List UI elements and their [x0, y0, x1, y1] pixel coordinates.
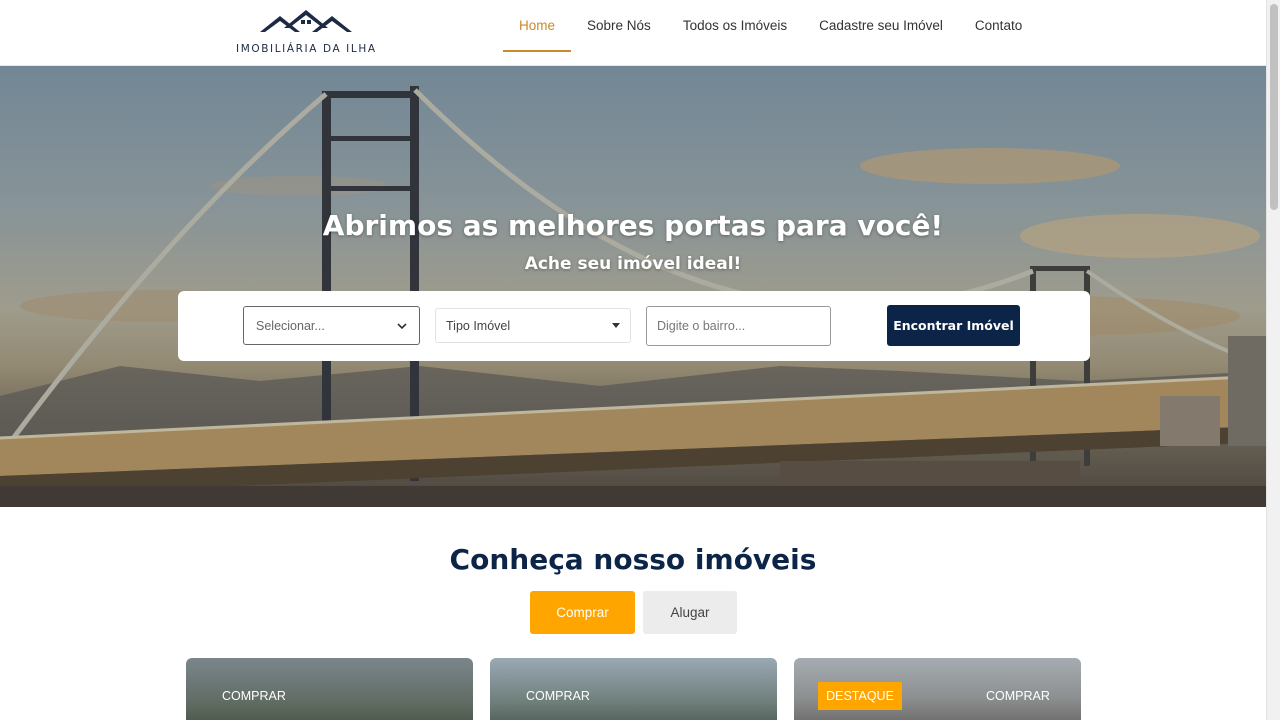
tab-alugar[interactable]: Alugar [643, 591, 737, 634]
nav-todos-imoveis[interactable]: Todos os Imóveis [667, 0, 803, 52]
scrollbar-thumb[interactable] [1270, 4, 1278, 210]
property-card[interactable]: COMPRAR [186, 658, 473, 720]
neighborhood-input[interactable]: Digite o bairro... [646, 306, 831, 346]
card-label: COMPRAR [222, 689, 286, 703]
tab-comprar[interactable]: Comprar [530, 591, 635, 634]
nav-sobre-nos[interactable]: Sobre Nós [571, 0, 667, 52]
featured-badge: DESTAQUE [818, 682, 902, 710]
card-label: COMPRAR [526, 689, 590, 703]
caret-down-icon [612, 323, 620, 328]
hero-title: Abrimos as melhores portas para você! [322, 209, 944, 242]
nav-home[interactable]: Home [503, 0, 572, 52]
logo-text: IMOBILIÁRIA DA ILHA [236, 43, 377, 55]
hero-overlay [0, 66, 1266, 507]
find-property-button[interactable]: Encontrar Imóvel [887, 305, 1020, 346]
property-card[interactable]: COMPRAR [490, 658, 777, 720]
site-header: IMOBILIÁRIA DA ILHA Home Sobre Nós Todos… [0, 0, 1266, 66]
property-type-select[interactable]: Tipo Imóvel [436, 309, 630, 342]
search-form: Selecionar... Tipo Imóvel Digite o bairr… [178, 291, 1090, 361]
neighborhood-placeholder: Digite o bairro... [657, 319, 746, 333]
hero-subtitle: Ache seu imóvel ideal! [524, 254, 742, 274]
card-label: COMPRAR [986, 689, 1050, 703]
nav-contato[interactable]: Contato [959, 0, 1038, 52]
property-card[interactable]: DESTAQUE COMPRAR [794, 658, 1081, 720]
purpose-select-value: Selecionar... [256, 318, 325, 333]
page: IMOBILIÁRIA DA ILHA Home Sobre Nós Todos… [0, 0, 1280, 720]
house-roofs-icon [260, 10, 352, 32]
section-title: Conheça nosso imóveis [449, 543, 817, 576]
hero-banner: Abrimos as melhores portas para você! Ac… [0, 66, 1266, 507]
main-nav: Home Sobre Nós Todos os Imóveis Cadastre… [503, 0, 1038, 66]
page-scrollbar[interactable] [1266, 0, 1280, 720]
logo[interactable]: IMOBILIÁRIA DA ILHA [236, 8, 382, 55]
nav-cadastre-imovel[interactable]: Cadastre seu Imóvel [803, 0, 959, 52]
purpose-select[interactable]: Selecionar... [243, 306, 420, 345]
property-type-value: Tipo Imóvel [446, 318, 511, 333]
chevron-down-icon [397, 322, 407, 329]
